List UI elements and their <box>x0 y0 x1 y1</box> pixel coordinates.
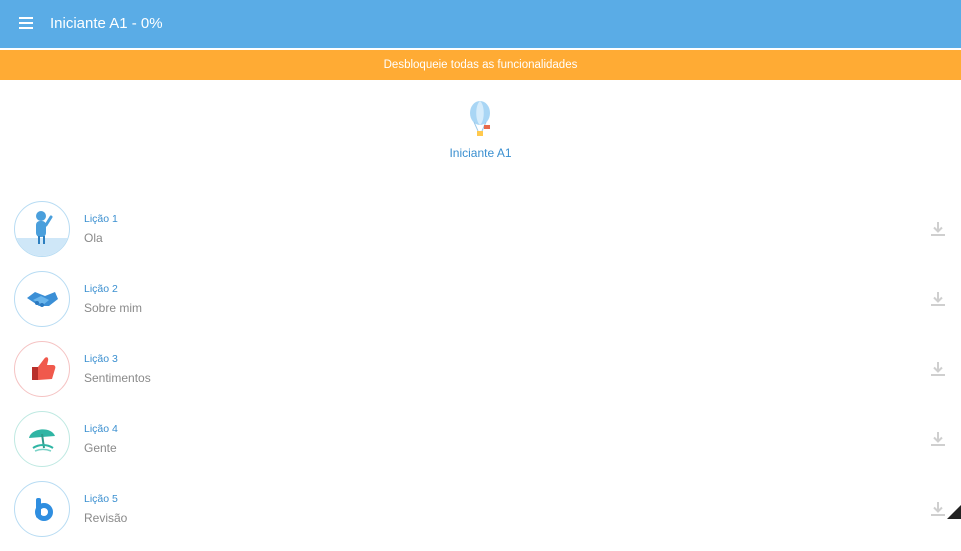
lesson-item-1[interactable]: Lição 1 Ola <box>0 201 961 271</box>
lesson-item-2[interactable]: Lição 2 Sobre mim <box>0 271 961 341</box>
lesson-title: Gente <box>84 441 117 455</box>
lesson-title: Ola <box>84 231 103 245</box>
thumbs-up-icon <box>14 341 70 397</box>
resize-corner <box>947 505 961 519</box>
app-bar: Iniciante A1 - 0% <box>0 0 961 48</box>
lesson-item-5[interactable]: Lição 5 Revisão <box>0 481 961 551</box>
lesson-title: Sobre mim <box>84 301 143 315</box>
level-header: Iniciante A1 <box>0 100 961 160</box>
lesson-number: Lição 3 <box>84 353 118 365</box>
download-icon[interactable] <box>930 501 946 517</box>
lesson-title: Sentimentos <box>84 371 151 385</box>
download-icon[interactable] <box>930 221 946 237</box>
handshake-icon <box>14 271 70 327</box>
lesson-number: Lição 1 <box>84 213 118 225</box>
page-title: Iniciante A1 - 0% <box>50 15 163 32</box>
person-waving-icon <box>14 201 70 257</box>
unlock-banner[interactable]: Desbloqueie todas as funcionalidades <box>0 50 961 80</box>
download-icon[interactable] <box>930 431 946 447</box>
balloon-icon <box>469 101 490 136</box>
lesson-number: Lição 5 <box>84 493 118 505</box>
download-icon[interactable] <box>930 291 946 307</box>
lesson-number: Lição 2 <box>84 283 118 295</box>
download-icon[interactable] <box>930 361 946 377</box>
lesson-title: Revisão <box>84 511 128 525</box>
lesson-item-4[interactable]: Lição 4 Gente <box>0 411 961 481</box>
letter-b-icon <box>14 481 70 537</box>
lesson-item-3[interactable]: Lição 3 Sentimentos <box>0 341 961 411</box>
menu-icon[interactable] <box>19 17 33 29</box>
lesson-number: Lição 4 <box>84 423 118 435</box>
beach-umbrella-icon <box>14 411 70 467</box>
level-label: Iniciante A1 <box>449 146 512 160</box>
